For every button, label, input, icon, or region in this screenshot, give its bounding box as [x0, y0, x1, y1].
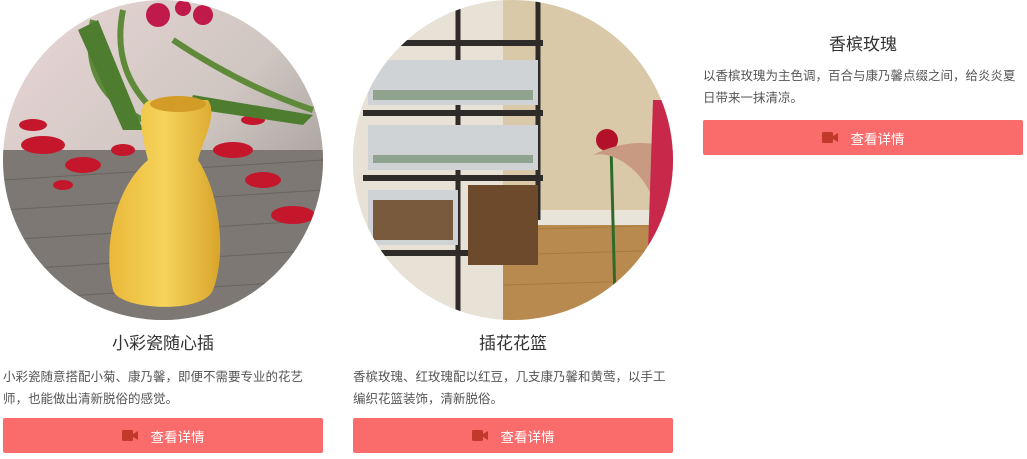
product-grid: 小彩瓷随心插 小彩瓷随意搭配小菊、康乃馨，即便不需要专业的花艺师，也能做出清新脱… — [0, 0, 1027, 459]
product-photo-basket[interactable] — [353, 0, 673, 320]
product-card: 香槟玫瑰 以香槟玫瑰为主色调，百合与康乃馨点缀之间，给炎炎夏日带来一抹清凉。 查… — [703, 0, 1023, 155]
product-photo-vase[interactable] — [3, 0, 323, 320]
view-details-label: 查看详情 — [150, 429, 205, 446]
video-camera-icon — [821, 132, 838, 143]
product-description: 以香槟玫瑰为主色调，百合与康乃馨点缀之间，给炎炎夏日带来一抹清凉。 — [703, 68, 1016, 105]
product-title[interactable]: 插花花篮 — [353, 332, 673, 356]
view-details-label: 查看详情 — [500, 429, 555, 446]
view-details-button[interactable]: 查看详情 — [353, 418, 673, 453]
product-description: 小彩瓷随意搭配小菊、康乃馨，即便不需要专业的花艺师，也能做出清新脱俗的感觉。 — [3, 369, 304, 406]
video-camera-icon — [121, 430, 138, 441]
view-details-button[interactable]: 查看详情 — [3, 418, 323, 453]
video-camera-icon — [471, 430, 488, 441]
product-title[interactable]: 小彩瓷随心插 — [3, 332, 323, 356]
view-details-button[interactable]: 查看详情 — [703, 120, 1023, 155]
product-title[interactable]: 香槟玫瑰 — [703, 33, 1023, 57]
view-details-label: 查看详情 — [850, 131, 905, 148]
product-card: 小彩瓷随心插 小彩瓷随意搭配小菊、康乃馨，即便不需要专业的花艺师，也能做出清新脱… — [3, 0, 323, 453]
product-description: 香槟玫瑰、红玫瑰配以红豆，几支康乃馨和黄莺，以手工编织花篮装饰，清新脱俗。 — [353, 369, 666, 406]
product-card: 插花花篮 香槟玫瑰、红玫瑰配以红豆，几支康乃馨和黄莺，以手工编织花篮装饰，清新脱… — [353, 0, 673, 453]
